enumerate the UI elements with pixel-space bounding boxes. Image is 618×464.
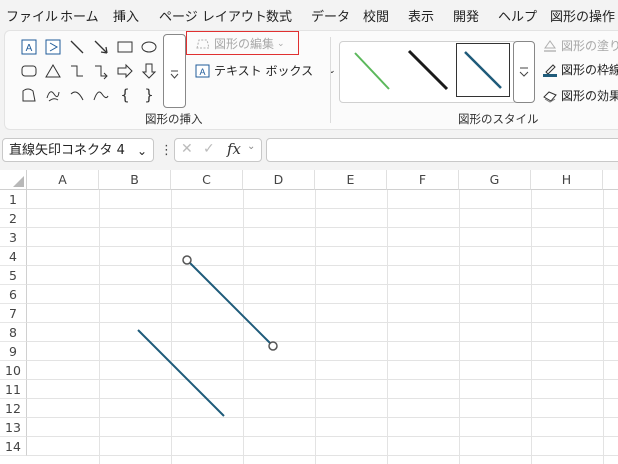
connector-end-handle[interactable] [268,341,278,351]
arrow-line-shape-icon[interactable] [91,37,111,57]
scribble-shape-icon[interactable] [43,85,63,105]
formula-bar: 直線矢印コネクタ 4 ⌄ ⋮ ✕ ✓ fx ⌄ [0,134,618,168]
svg-text:{: { [120,86,130,104]
triangle-shape-icon[interactable] [43,61,63,81]
styles-gallery-expand-button[interactable] [513,41,535,103]
curve-shape-icon[interactable] [91,85,111,105]
right-arrow-shape-icon[interactable] [115,61,135,81]
edit-shape-label: 図形の編集 [214,37,275,51]
menu-page-layout[interactable]: ページ レイアウト [159,6,267,25]
edit-shape-button[interactable]: 図形の編集 ⌄ [195,35,285,52]
rounded-rect-shape-icon[interactable] [19,61,39,81]
formula-controls: ✕ ✓ fx ⌄ [174,138,262,162]
selected-arrow-connector[interactable] [186,259,274,347]
svg-text:A: A [26,43,33,54]
group-divider [330,37,331,123]
shape-styles-group-label: 図形のスタイル [458,112,539,126]
formula-input[interactable] [266,138,618,162]
line-shape-icon[interactable] [67,37,87,57]
style-blue-line-selected[interactable] [456,43,510,97]
shape-outline-button[interactable]: 図形の枠線 [542,61,618,78]
menu-view[interactable]: 表示 [408,6,434,25]
more-options-icon[interactable]: ⋮ [160,143,173,158]
shapes-gallery-expand-button[interactable] [163,34,186,108]
menu-home[interactable]: ホーム [60,6,99,25]
arc-shape-icon[interactable] [67,85,87,105]
textbox-label: テキスト ボックス [214,64,314,78]
left-brace-shape-icon[interactable]: { [115,85,135,105]
menu-data[interactable]: データ [311,6,350,25]
oval-shape-icon[interactable] [139,37,159,57]
rectangle-shape-icon[interactable] [115,37,135,57]
worksheet: A B C D E F G H 1 2 3 4 5 6 7 8 9 10 11 … [0,170,618,464]
shape-fill-label: 図形の塗りつ [561,39,618,53]
elbow-arrow-shape-icon[interactable] [91,61,111,81]
menu-file[interactable]: ファイル [6,6,58,25]
shape-fill-button[interactable]: 図形の塗りつ [542,37,618,54]
ribbon: A { } 図形の編集 ⌄ A テキスト ボックス ⌄ 図形の挿入 図形のスタイ… [4,30,618,130]
style-green-line[interactable] [345,45,397,97]
vertical-textbox-shape-icon[interactable] [43,37,63,57]
svg-text:}: } [144,86,154,104]
chevron-down-icon: ⌄ [277,38,285,49]
chevron-down-icon[interactable]: ⌄ [137,139,147,163]
svg-text:A: A [199,67,205,77]
straight-line-shape[interactable] [137,329,225,417]
freeform-shape-icon[interactable] [19,85,39,105]
insert-function-icon[interactable]: fx [227,140,241,158]
insert-shapes-group-label: 図形の挿入 [145,112,203,126]
menu-shape-format[interactable]: 図形の操作 [550,6,615,25]
menu-developer[interactable]: 開発 [453,6,479,25]
right-brace-shape-icon[interactable]: } [139,85,159,105]
shape-outline-label: 図形の枠線 [561,63,618,77]
connector-start-handle[interactable] [182,255,192,265]
confirm-icon[interactable]: ✓ [203,141,215,157]
menu-help[interactable]: ヘルプ [498,6,537,25]
name-box[interactable]: 直線矢印コネクタ 4 ⌄ [2,138,154,162]
shape-effects-button[interactable]: 図形の効果 [542,87,618,104]
textbox-button[interactable]: A テキスト ボックス ⌄ [195,62,336,79]
drawing-layer [137,255,278,417]
textbox-shape-icon[interactable]: A [19,37,39,57]
elbow-connector-shape-icon[interactable] [67,61,87,81]
menu-review[interactable]: 校閲 [363,6,389,25]
style-black-line[interactable] [401,45,453,97]
name-box-value: 直線矢印コネクタ 4 [9,143,125,158]
menu-bar: ファイル ホーム 挿入 ページ レイアウト 数式 データ 校閲 表示 開発 ヘル… [0,0,618,30]
down-arrow-shape-icon[interactable] [139,61,159,81]
menu-formulas[interactable]: 数式 [266,6,292,25]
chevron-down-icon[interactable]: ⌄ [247,141,255,152]
cancel-icon[interactable]: ✕ [181,141,193,157]
shape-effects-label: 図形の効果 [561,89,618,103]
menu-insert[interactable]: 挿入 [113,6,139,25]
